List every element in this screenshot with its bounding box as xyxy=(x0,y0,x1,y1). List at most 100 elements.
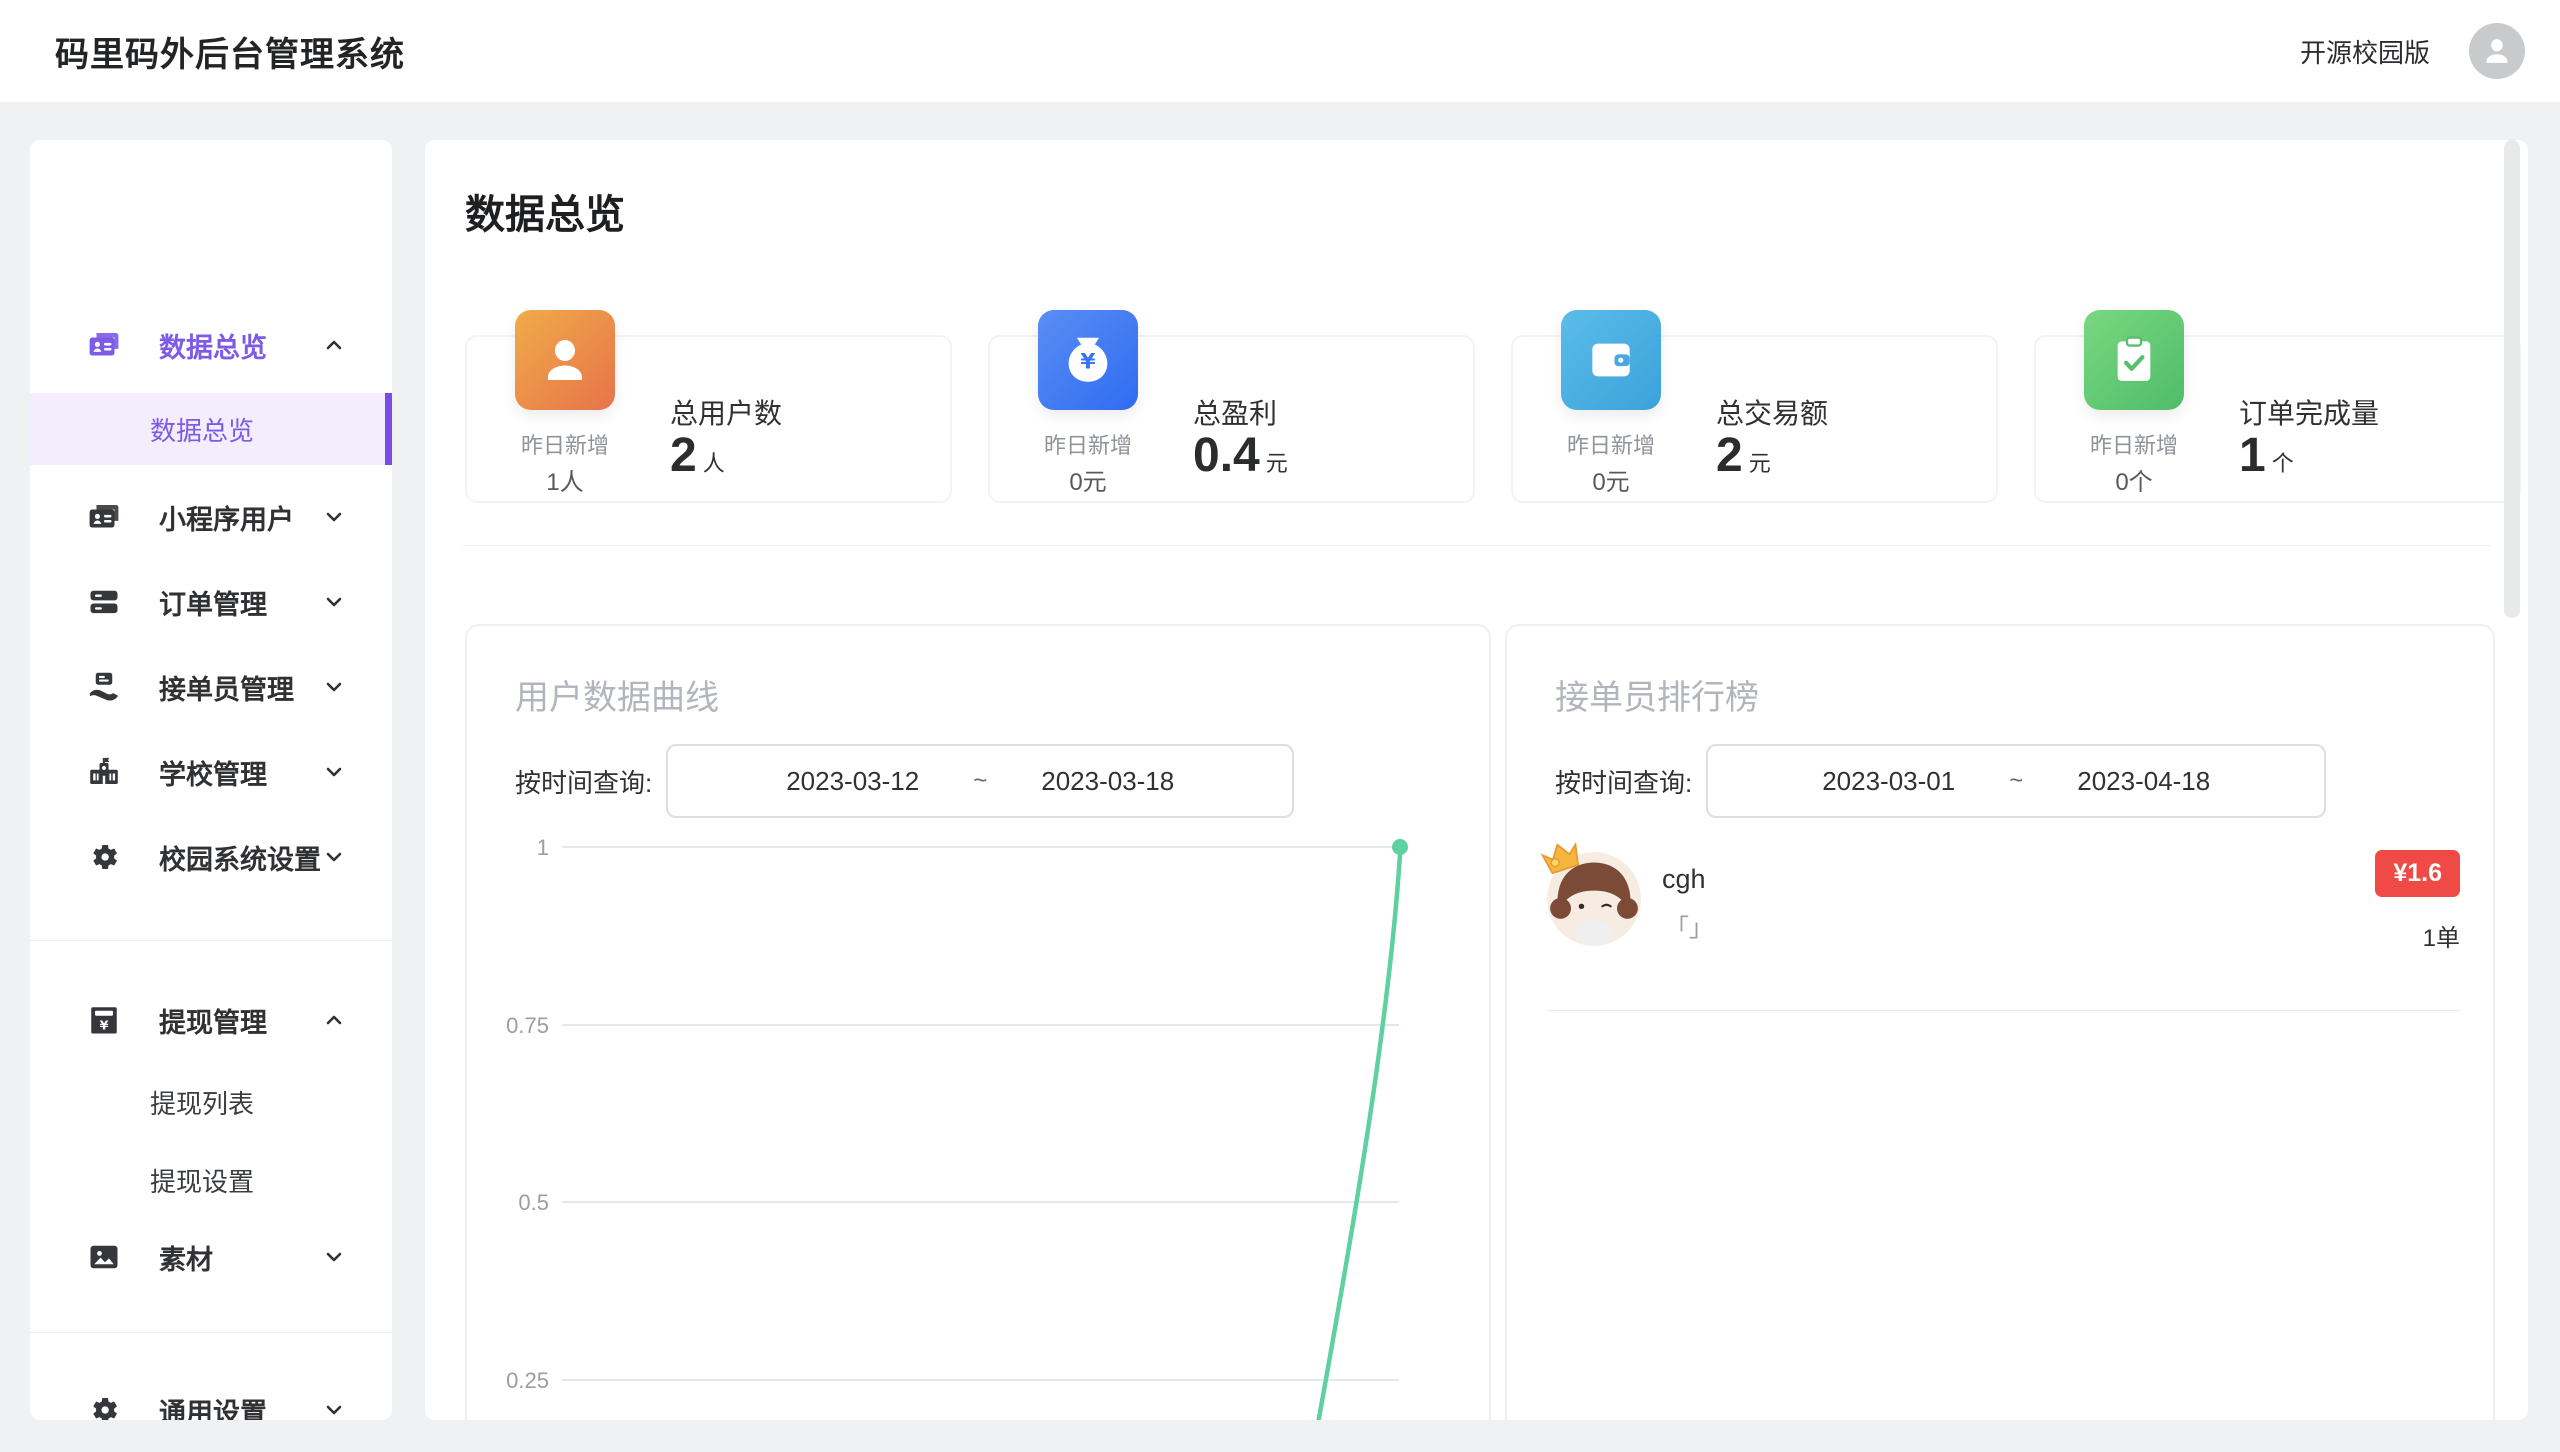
sidebar-item-label: 学校管理 xyxy=(159,753,321,792)
sidebar-subitem-label: 提现列表 xyxy=(150,1084,254,1121)
courier-name: cgh xyxy=(1662,864,1706,895)
yesterday-label: 昨日新增 xyxy=(465,428,665,460)
chevron-down-icon xyxy=(321,1397,347,1420)
sidebar-item-label: 数据总览 xyxy=(159,326,321,365)
edition-label: 开源校园版 xyxy=(2300,0,2430,102)
ranking-query-row: 按时间查询: 2023-03-01 ~ 2023-04-18 xyxy=(1555,744,2326,818)
chevron-down-icon xyxy=(321,1244,347,1270)
yesterday-label: 昨日新增 xyxy=(2034,428,2234,460)
chevron-down-icon xyxy=(321,674,347,700)
gear-icon xyxy=(85,838,123,876)
list-divider xyxy=(1547,1010,2460,1011)
sidebar-subitem-data-overview[interactable]: 数据总览 xyxy=(30,393,392,465)
query-label: 按时间查询: xyxy=(1555,763,1692,800)
sidebar-item-couriers[interactable]: 接单员管理 xyxy=(30,645,392,729)
amount-badge: ¥1.6 xyxy=(2375,850,2460,897)
yesterday-value: 1人 xyxy=(465,462,665,497)
chevron-down-icon xyxy=(321,589,347,615)
person-icon xyxy=(2480,34,2514,68)
yesterday-label: 昨日新增 xyxy=(988,428,1188,460)
sidebar-item-label: 校园系统设置 xyxy=(159,838,321,877)
stat-unit: 个 xyxy=(2272,451,2294,476)
sidebar-item-label: 素材 xyxy=(159,1238,321,1277)
mini-program-users-icon xyxy=(85,498,123,536)
moneybag-icon: ¥ xyxy=(1038,310,1138,410)
date-end[interactable]: 2023-04-18 xyxy=(2077,766,2210,797)
stat-unit: 元 xyxy=(1749,451,1771,476)
clipboard-check-icon xyxy=(2084,310,2184,410)
svg-text:¥: ¥ xyxy=(100,1019,109,1034)
user-icon xyxy=(515,310,615,410)
dashboard-card-icon xyxy=(85,326,123,364)
stat-value: 2人 xyxy=(670,428,725,483)
sidebar-item-label: 提现管理 xyxy=(159,1001,321,1040)
sidebar-divider xyxy=(30,940,392,941)
stat-unit: 人 xyxy=(703,451,725,476)
admin-dashboard: 码里码外后台管理系统 开源校园版 数据总览 数据总览 小程序用户 xyxy=(0,0,2560,1452)
yesterday-value: 0元 xyxy=(988,462,1188,497)
sidebar-subitem-label: 数据总览 xyxy=(150,411,254,448)
date-start[interactable]: 2023-03-01 xyxy=(1822,766,1955,797)
stat-label: 总盈利 xyxy=(1193,392,1277,432)
svg-text:¥: ¥ xyxy=(1080,350,1095,375)
yesterday-label: 昨日新增 xyxy=(1511,428,1711,460)
stat-value: 1个 xyxy=(2239,428,2294,483)
orders-icon xyxy=(85,583,123,621)
ytick-label: 1 xyxy=(537,835,549,860)
user-data-chart-panel: 用户数据曲线 按时间查询: 2023-03-12 ~ 2023-03-18 1 xyxy=(465,624,1491,1420)
ranking-list-item: cgh 「」 ¥1.6 1单 xyxy=(1507,842,2493,1012)
panel-title: 接单员排行榜 xyxy=(1555,670,1759,719)
page-title: 数据总览 xyxy=(465,182,625,240)
ytick-label: 0.75 xyxy=(506,1013,549,1038)
gear-icon xyxy=(85,1391,123,1420)
sidebar-item-label: 订单管理 xyxy=(159,583,321,622)
courier-icon xyxy=(85,668,123,706)
section-divider xyxy=(463,545,2490,546)
ytick-label: 0.25 xyxy=(506,1368,549,1393)
chart-data-point xyxy=(1392,839,1408,855)
sidebar-item-label: 小程序用户 xyxy=(159,498,321,537)
sidebar: 数据总览 数据总览 小程序用户 订单管理 xyxy=(30,140,392,1420)
ytick-label: 0.5 xyxy=(518,1190,549,1215)
sidebar-item-campus-settings[interactable]: 校园系统设置 xyxy=(30,815,392,899)
stat-label: 总用户数 xyxy=(670,392,782,432)
sidebar-subitem-withdraw-list[interactable]: 提现列表 xyxy=(30,1066,392,1138)
sidebar-item-miniprogram-users[interactable]: 小程序用户 xyxy=(30,475,392,559)
chart-line-series xyxy=(1313,854,1400,1420)
chevron-down-icon xyxy=(321,759,347,785)
sidebar-item-label: 接单员管理 xyxy=(159,668,321,707)
active-indicator-bar xyxy=(385,393,392,465)
stat-value: 2元 xyxy=(1716,428,1771,483)
yesterday-value: 0元 xyxy=(1511,462,1711,497)
wallet-icon xyxy=(1561,310,1661,410)
date-range-picker[interactable]: 2023-03-01 ~ 2023-04-18 xyxy=(1706,744,2326,818)
sidebar-subitem-label: 提现设置 xyxy=(150,1162,254,1199)
user-avatar[interactable] xyxy=(2469,23,2525,79)
courier-signature: 「」 xyxy=(1665,908,1713,943)
main-content-card: 数据总览 昨日新增 1人 总用户数 2人 ¥ 昨日新增 0元 总盈利 0.4元 … xyxy=(425,140,2528,1420)
sidebar-divider xyxy=(30,1332,392,1333)
stat-unit: 元 xyxy=(1266,451,1288,476)
sidebar-item-withdraw[interactable]: ¥ 提现管理 xyxy=(30,978,392,1062)
stat-label: 订单完成量 xyxy=(2239,392,2379,432)
stat-value: 0.4元 xyxy=(1193,428,1288,483)
line-chart: 1 0.75 0.5 0.25 xyxy=(467,626,1489,1420)
chevron-down-icon xyxy=(321,844,347,870)
stat-label: 总交易额 xyxy=(1716,392,1828,432)
sidebar-item-media[interactable]: 素材 xyxy=(30,1215,392,1299)
sidebar-item-orders[interactable]: 订单管理 xyxy=(30,560,392,644)
chevron-up-icon xyxy=(321,1007,347,1033)
sidebar-item-data-overview[interactable]: 数据总览 xyxy=(30,303,392,387)
sidebar-item-general-settings[interactable]: 通用设置 xyxy=(30,1368,392,1420)
withdraw-icon: ¥ xyxy=(85,1001,123,1039)
scrollbar-thumb[interactable] xyxy=(2504,140,2520,618)
sidebar-subitem-withdraw-settings[interactable]: 提现设置 xyxy=(30,1144,392,1216)
image-icon xyxy=(85,1238,123,1276)
app-title: 码里码外后台管理系统 xyxy=(55,0,405,102)
courier-ranking-panel: 接单员排行榜 按时间查询: 2023-03-01 ~ 2023-04-18 xyxy=(1505,624,2495,1420)
chevron-up-icon xyxy=(321,332,347,358)
sidebar-item-schools[interactable]: 学校管理 xyxy=(30,730,392,814)
top-header: 码里码外后台管理系统 开源校园版 xyxy=(0,0,2560,102)
courier-avatar xyxy=(1547,852,1641,946)
sidebar-item-label: 通用设置 xyxy=(159,1391,321,1421)
